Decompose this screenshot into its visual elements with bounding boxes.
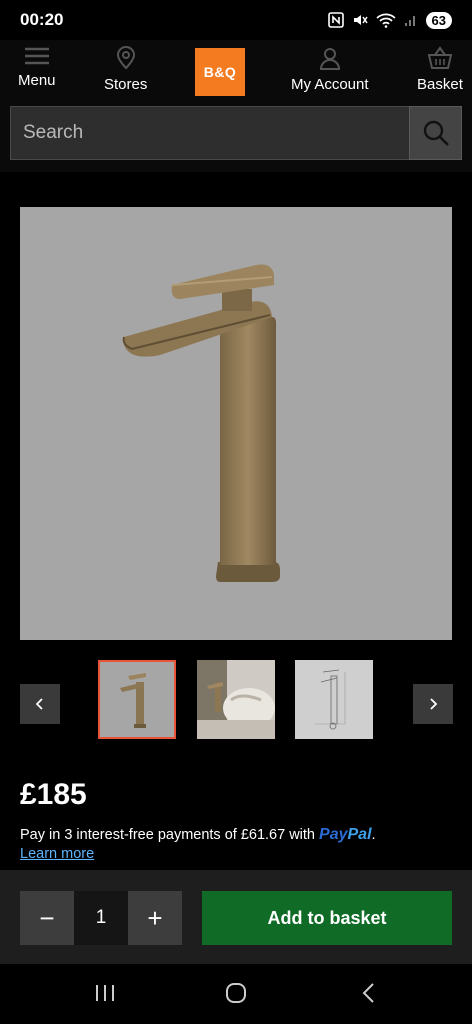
back-icon bbox=[362, 983, 374, 1003]
battery-indicator: 63 bbox=[425, 11, 452, 29]
paypal-logo-pal: Pal bbox=[347, 826, 372, 843]
add-to-basket-button[interactable]: Add to basket bbox=[202, 891, 452, 945]
chevron-left-icon bbox=[35, 698, 43, 710]
lifestyle-thumbnail-image bbox=[197, 660, 275, 739]
thumbnail-1[interactable] bbox=[98, 660, 176, 739]
thumbnail-2[interactable] bbox=[197, 660, 275, 739]
search-bar bbox=[0, 100, 472, 172]
paypal-logo-pay: Pay bbox=[319, 826, 348, 843]
installments-text: Pay in 3 interest-free payments of £61.6… bbox=[20, 827, 315, 843]
quantity-stepper: − 1 + bbox=[20, 891, 182, 945]
recent-apps-button[interactable] bbox=[94, 982, 116, 1009]
thumbnail-next-button[interactable] bbox=[413, 684, 453, 724]
my-account-label: My Account bbox=[291, 76, 369, 93]
chevron-right-icon bbox=[430, 698, 438, 710]
learn-more-link[interactable]: Learn more bbox=[20, 846, 94, 862]
product-main-image[interactable] bbox=[20, 207, 452, 640]
nfc-icon bbox=[327, 12, 344, 28]
signal-icon bbox=[404, 16, 415, 26]
hamburger-icon bbox=[24, 47, 49, 65]
bq-logo[interactable]: B&Q bbox=[195, 48, 245, 96]
decrement-button[interactable]: − bbox=[20, 891, 74, 945]
stores-label: Stores bbox=[104, 76, 148, 93]
stores-button[interactable]: Stores bbox=[104, 46, 147, 93]
add-to-basket-bar: − 1 + Add to basket bbox=[0, 870, 472, 964]
my-account-button[interactable]: My Account bbox=[291, 46, 369, 93]
menu-label: Menu bbox=[18, 72, 56, 89]
system-navigation-bar bbox=[0, 964, 472, 1024]
increment-button[interactable]: + bbox=[128, 891, 182, 945]
paypal-installments-text: Pay in 3 interest-free payments of £61.6… bbox=[20, 826, 376, 844]
basket-button[interactable]: Basket bbox=[417, 46, 463, 93]
thumbnail-3[interactable] bbox=[295, 660, 373, 739]
status-time: 00:20 bbox=[20, 10, 64, 29]
home-button[interactable] bbox=[225, 982, 249, 1009]
paypal-logo: PayPal bbox=[319, 826, 371, 843]
status-bar: 00:20 63 bbox=[0, 0, 472, 40]
status-icons: 63 bbox=[327, 11, 452, 29]
search-icon bbox=[423, 120, 449, 146]
mute-icon bbox=[353, 15, 368, 25]
wifi-icon bbox=[375, 13, 396, 28]
technical-drawing-thumbnail-image bbox=[295, 660, 373, 739]
thumbnail-prev-button[interactable] bbox=[20, 684, 60, 724]
recent-apps-icon bbox=[96, 985, 114, 1001]
search-input[interactable] bbox=[10, 106, 410, 160]
basket-label: Basket bbox=[417, 76, 463, 93]
tap-thumbnail-image bbox=[100, 662, 174, 737]
search-button[interactable] bbox=[409, 106, 462, 160]
back-button[interactable] bbox=[360, 982, 378, 1009]
home-icon bbox=[226, 983, 246, 1003]
basket-icon bbox=[427, 46, 453, 69]
user-icon bbox=[319, 48, 340, 70]
installments-suffix: . bbox=[371, 827, 376, 843]
tap-illustration bbox=[122, 264, 280, 582]
quantity-value[interactable]: 1 bbox=[74, 891, 128, 945]
product-price: £185 bbox=[20, 778, 87, 811]
location-pin-icon bbox=[116, 46, 135, 70]
menu-button[interactable]: Menu bbox=[18, 46, 56, 89]
